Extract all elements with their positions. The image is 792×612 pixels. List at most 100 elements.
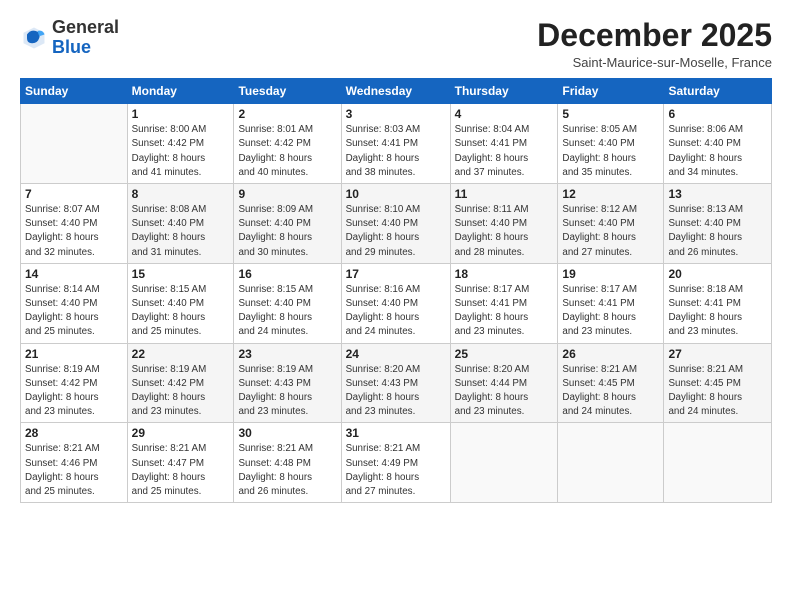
table-row: 31Sunrise: 8:21 AMSunset: 4:49 PMDayligh… (341, 423, 450, 503)
calendar-week-row: 28 Sunrise: 8:21 AMSunset: 4:46 PMDayligh… (21, 423, 772, 503)
day-info: Sunrise: 8:01 AMSunset: 4:42 PMDaylight:… (238, 123, 336, 180)
table-row: 7 Sunrise: 8:07 AMSunset: 4:40 PMDaylight… (21, 184, 128, 264)
day-info: Sunrise: 8:21 AMSunset: 4:46 PMDaylight:… (25, 442, 123, 499)
table-row: 1 Sunrise: 8:00 AMSunset: 4:42 PMDaylight… (127, 104, 234, 184)
day-number: 12 (562, 187, 659, 201)
logo-general-text: General (52, 17, 119, 37)
table-row: 2 Sunrise: 8:01 AMSunset: 4:42 PMDaylight… (234, 104, 341, 184)
calendar-week-row: 21Sunrise: 8:19 AMSunset: 4:42 PMDayligh… (21, 343, 772, 423)
day-info: Sunrise: 8:04 AMSunset: 4:41 PMDaylight:… (455, 123, 554, 180)
day-info: Sunrise: 8:21 AMSunset: 4:45 PMDaylight:… (668, 363, 767, 420)
table-row: 23 Sunrise: 8:19 AMSunset: 4:43 PMDayligh… (234, 343, 341, 423)
table-row: 21Sunrise: 8:19 AMSunset: 4:42 PMDayligh… (21, 343, 128, 423)
day-number: 14 (25, 267, 123, 281)
day-number: 10 (346, 187, 446, 201)
calendar-week-row: 7 Sunrise: 8:07 AMSunset: 4:40 PMDaylight… (21, 184, 772, 264)
col-saturday: Saturday (664, 79, 772, 104)
table-row: 12Sunrise: 8:12 AMSunset: 4:40 PMDayligh… (558, 184, 664, 264)
table-row: 11 Sunrise: 8:11 AMSunset: 4:40 PMDayligh… (450, 184, 558, 264)
table-row (450, 423, 558, 503)
day-number: 7 (25, 187, 123, 201)
day-number: 5 (562, 107, 659, 121)
day-number: 11 (455, 187, 554, 201)
table-row: 19 Sunrise: 8:17 AMSunset: 4:41 PMDayligh… (558, 263, 664, 343)
day-info: Sunrise: 8:10 AMSunset: 4:40 PMDaylight:… (346, 203, 446, 260)
day-number: 4 (455, 107, 554, 121)
table-row: 6Sunrise: 8:06 AMSunset: 4:40 PMDaylight… (664, 104, 772, 184)
table-row: 4 Sunrise: 8:04 AMSunset: 4:41 PMDaylight… (450, 104, 558, 184)
day-number: 30 (238, 426, 336, 440)
day-info: Sunrise: 8:07 AMSunset: 4:40 PMDaylight:… (25, 203, 123, 260)
day-number: 8 (132, 187, 230, 201)
day-number: 24 (346, 347, 446, 361)
day-info: Sunrise: 8:19 AMSunset: 4:43 PMDaylight:… (238, 363, 336, 420)
logo-icon (20, 24, 48, 52)
day-number: 2 (238, 107, 336, 121)
day-number: 29 (132, 426, 230, 440)
calendar-week-row: 1 Sunrise: 8:00 AMSunset: 4:42 PMDaylight… (21, 104, 772, 184)
day-info: Sunrise: 8:20 AMSunset: 4:43 PMDaylight:… (346, 363, 446, 420)
day-number: 26 (562, 347, 659, 361)
month-title: December 2025 (537, 18, 772, 53)
table-row: 16 Sunrise: 8:15 AMSunset: 4:40 PMDayligh… (234, 263, 341, 343)
day-info: Sunrise: 8:11 AMSunset: 4:40 PMDaylight:… (455, 203, 554, 260)
table-row: 18Sunrise: 8:17 AMSunset: 4:41 PMDayligh… (450, 263, 558, 343)
table-row: 30 Sunrise: 8:21 AMSunset: 4:48 PMDayligh… (234, 423, 341, 503)
col-friday: Friday (558, 79, 664, 104)
table-row (664, 423, 772, 503)
col-monday: Monday (127, 79, 234, 104)
title-block: December 2025 Saint-Maurice-sur-Moselle,… (537, 18, 772, 70)
day-info: Sunrise: 8:19 AMSunset: 4:42 PMDaylight:… (25, 363, 123, 420)
table-row (558, 423, 664, 503)
day-number: 15 (132, 267, 230, 281)
day-info: Sunrise: 8:21 AMSunset: 4:49 PMDaylight:… (346, 442, 446, 499)
table-row: 9 Sunrise: 8:09 AMSunset: 4:40 PMDaylight… (234, 184, 341, 264)
day-info: Sunrise: 8:05 AMSunset: 4:40 PMDaylight:… (562, 123, 659, 180)
day-number: 20 (668, 267, 767, 281)
day-number: 28 (25, 426, 123, 440)
col-wednesday: Wednesday (341, 79, 450, 104)
table-row: 10 Sunrise: 8:10 AMSunset: 4:40 PMDayligh… (341, 184, 450, 264)
table-row (21, 104, 128, 184)
day-number: 1 (132, 107, 230, 121)
day-info: Sunrise: 8:21 AMSunset: 4:48 PMDaylight:… (238, 442, 336, 499)
day-number: 19 (562, 267, 659, 281)
day-number: 27 (668, 347, 767, 361)
day-info: Sunrise: 8:21 AMSunset: 4:47 PMDaylight:… (132, 442, 230, 499)
day-info: Sunrise: 8:19 AMSunset: 4:42 PMDaylight:… (132, 363, 230, 420)
day-info: Sunrise: 8:18 AMSunset: 4:41 PMDaylight:… (668, 283, 767, 340)
table-row: 27 Sunrise: 8:21 AMSunset: 4:45 PMDayligh… (664, 343, 772, 423)
day-info: Sunrise: 8:20 AMSunset: 4:44 PMDaylight:… (455, 363, 554, 420)
day-number: 17 (346, 267, 446, 281)
day-number: 13 (668, 187, 767, 201)
col-thursday: Thursday (450, 79, 558, 104)
day-info: Sunrise: 8:14 AMSunset: 4:40 PMDaylight:… (25, 283, 123, 340)
day-info: Sunrise: 8:00 AMSunset: 4:42 PMDaylight:… (132, 123, 230, 180)
day-info: Sunrise: 8:15 AMSunset: 4:40 PMDaylight:… (238, 283, 336, 340)
day-number: 23 (238, 347, 336, 361)
table-row: 29 Sunrise: 8:21 AMSunset: 4:47 PMDayligh… (127, 423, 234, 503)
table-row: 25 Sunrise: 8:20 AMSunset: 4:44 PMDayligh… (450, 343, 558, 423)
day-info: Sunrise: 8:13 AMSunset: 4:40 PMDaylight:… (668, 203, 767, 260)
day-info: Sunrise: 8:08 AMSunset: 4:40 PMDaylight:… (132, 203, 230, 260)
day-info: Sunrise: 8:17 AMSunset: 4:41 PMDaylight:… (562, 283, 659, 340)
day-number: 9 (238, 187, 336, 201)
header: General Blue December 2025 Saint-Maurice… (20, 18, 772, 70)
day-info: Sunrise: 8:15 AMSunset: 4:40 PMDaylight:… (132, 283, 230, 340)
table-row: 22Sunrise: 8:19 AMSunset: 4:42 PMDayligh… (127, 343, 234, 423)
day-info: Sunrise: 8:21 AMSunset: 4:45 PMDaylight:… (562, 363, 659, 420)
day-number: 25 (455, 347, 554, 361)
table-row: 17Sunrise: 8:16 AMSunset: 4:40 PMDayligh… (341, 263, 450, 343)
table-row: 8 Sunrise: 8:08 AMSunset: 4:40 PMDaylight… (127, 184, 234, 264)
day-number: 6 (668, 107, 767, 121)
logo-blue-text: Blue (52, 37, 91, 57)
table-row: 5 Sunrise: 8:05 AMSunset: 4:40 PMDaylight… (558, 104, 664, 184)
table-row: 13 Sunrise: 8:13 AMSunset: 4:40 PMDayligh… (664, 184, 772, 264)
day-number: 16 (238, 267, 336, 281)
day-number: 3 (346, 107, 446, 121)
table-row: 14 Sunrise: 8:14 AMSunset: 4:40 PMDayligh… (21, 263, 128, 343)
day-info: Sunrise: 8:09 AMSunset: 4:40 PMDaylight:… (238, 203, 336, 260)
table-row: 26 Sunrise: 8:21 AMSunset: 4:45 PMDayligh… (558, 343, 664, 423)
table-row: 24 Sunrise: 8:20 AMSunset: 4:43 PMDayligh… (341, 343, 450, 423)
day-number: 18 (455, 267, 554, 281)
